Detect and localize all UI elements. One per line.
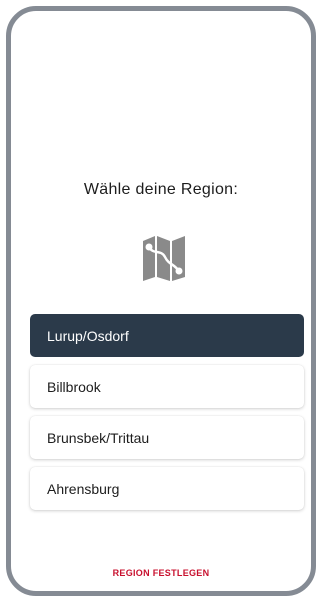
phone-frame: Wähle deine Region: Lurup/Osdorf Billbro… [6,6,316,596]
region-option-label: Ahrensburg [47,480,120,497]
map-route-icon [143,236,185,281]
region-list: Lurup/Osdorf Billbrook Brunsbek/Trittau … [30,314,304,518]
region-option-billbrook[interactable]: Billbrook [30,365,304,408]
region-option-label: Billbrook [47,378,101,395]
page-title: Wähle deine Region: [83,181,239,198]
region-option-lurup-osdorf[interactable]: Lurup/Osdorf [30,314,304,357]
region-option-brunsbek-trittau[interactable]: Brunsbek/Trittau [30,416,304,459]
region-option-label: Lurup/Osdorf [47,327,129,344]
set-region-button[interactable]: REGION FESTLEGEN [11,568,311,578]
region-option-label: Brunsbek/Trittau [47,429,150,446]
region-option-ahrensburg[interactable]: Ahrensburg [30,467,304,510]
